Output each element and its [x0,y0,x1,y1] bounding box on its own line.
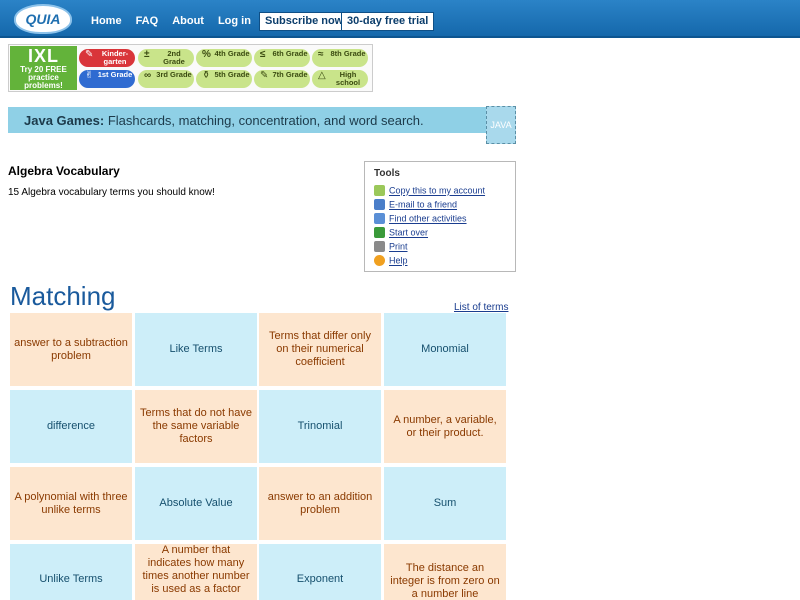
match-card[interactable]: Monomial [384,313,506,386]
print-link[interactable]: Print [389,242,408,252]
copy-link[interactable]: Copy this to my account [389,186,485,196]
match-card[interactable]: Terms that differ only on their numerica… [259,313,381,386]
activity-description: 15 Algebra vocabulary terms you should k… [8,187,215,198]
quia-logo[interactable]: QUIA [14,4,72,34]
grade-3rd-button[interactable]: ∞ 3rd Grade [138,70,194,88]
match-card[interactable]: answer to a subtraction problem [10,313,132,386]
match-card[interactable]: A number that indicates how many times a… [135,544,257,600]
match-card[interactable]: Sum [384,467,506,540]
tool-email[interactable]: E-mail to a friend [374,199,457,211]
start-over-link[interactable]: Start over [389,228,428,238]
rewind-icon [374,227,385,239]
match-card[interactable]: difference [10,390,132,463]
grade-icon: ≤ [260,49,266,60]
grade-icon: ⚱ [202,70,211,81]
nav-home-link[interactable]: Home [91,15,122,27]
grade-8th-button[interactable]: ≈ 8th Grade [312,49,368,67]
grade-icon: ✌ [85,70,94,81]
tool-help[interactable]: Help [374,255,408,267]
email-icon [374,199,385,211]
help-link[interactable]: Help [389,256,408,266]
grade-4th-button[interactable]: % 4th Grade [196,49,252,67]
free-trial-button[interactable]: 30-day free trial [341,12,435,31]
ixl-brand: IXL [27,46,59,66]
matching-heading: Matching [10,281,116,311]
top-navigation-bar: QUIA Home FAQ About Log in Subscribe now… [0,0,800,38]
grade-icon: % [202,49,211,60]
grade-icon: ± [144,49,150,60]
grade-kindergarten-button[interactable]: ✎ Kinder-garten [79,49,135,67]
match-card[interactable]: A polynomial with three unlike terms [10,467,132,540]
match-card[interactable]: A number, a variable, or their product. [384,390,506,463]
tool-print[interactable]: Print [374,241,408,253]
java-games-banner[interactable]: Java Games: Flashcards, matching, concen… [8,106,516,144]
match-card[interactable]: Exponent [259,544,381,600]
grade-high-school-button[interactable]: △ High school [312,70,368,88]
match-card[interactable]: Unlike Terms [10,544,132,600]
find-activities-link[interactable]: Find other activities [389,214,467,224]
main-nav: Home FAQ About Log in [91,15,251,27]
list-of-terms-link[interactable]: List of terms [454,302,508,313]
grade-6th-button[interactable]: ≤ 6th Grade [254,49,310,67]
java-icon: JAVA [486,106,516,144]
grade-icon: ✎ [85,49,94,60]
nav-faq-link[interactable]: FAQ [136,15,159,27]
subscribe-button[interactable]: Subscribe now [259,12,350,31]
copy-icon [374,185,385,197]
nav-login-link[interactable]: Log in [218,15,251,27]
match-card[interactable]: Absolute Value [135,467,257,540]
printer-icon [374,241,385,253]
tool-copy[interactable]: Copy this to my account [374,185,485,197]
grade-icon: ∞ [144,70,152,81]
match-card[interactable]: answer to an addition problem [259,467,381,540]
ixl-logo[interactable]: IXL Try 20 FREE practice problems! [10,46,77,90]
email-link[interactable]: E-mail to a friend [389,200,457,210]
grade-7th-button[interactable]: ✎ 7th Grade [254,70,310,88]
grade-icon: ≈ [318,49,324,60]
grade-1st-button[interactable]: ✌ 1st Grade [79,70,135,88]
tool-find[interactable]: Find other activities [374,213,467,225]
grade-icon: ✎ [260,70,269,81]
java-games-text: Java Games: Flashcards, matching, concen… [24,113,424,128]
match-card[interactable]: Trinomial [259,390,381,463]
ixl-tagline: Try 20 FREE practice problems! [20,65,67,90]
grade-5th-button[interactable]: ⚱ 5th Grade [196,70,252,88]
tools-panel: Tools Copy this to my account E-mail to … [364,161,516,272]
ixl-ad-banner[interactable]: IXL Try 20 FREE practice problems! ✎ Kin… [8,44,373,92]
search-icon [374,213,385,225]
grade-2nd-button[interactable]: ± 2nd Grade [138,49,194,67]
tools-title: Tools [374,168,400,179]
grade-icon: △ [318,70,326,81]
match-card[interactable]: The distance an integer is from zero on … [384,544,506,600]
tool-start-over[interactable]: Start over [374,227,428,239]
match-card[interactable]: Terms that do not have the same variable… [135,390,257,463]
help-icon [374,255,385,267]
nav-about-link[interactable]: About [172,15,204,27]
page-title: Algebra Vocabulary [8,164,120,178]
match-card[interactable]: Like Terms [135,313,257,386]
